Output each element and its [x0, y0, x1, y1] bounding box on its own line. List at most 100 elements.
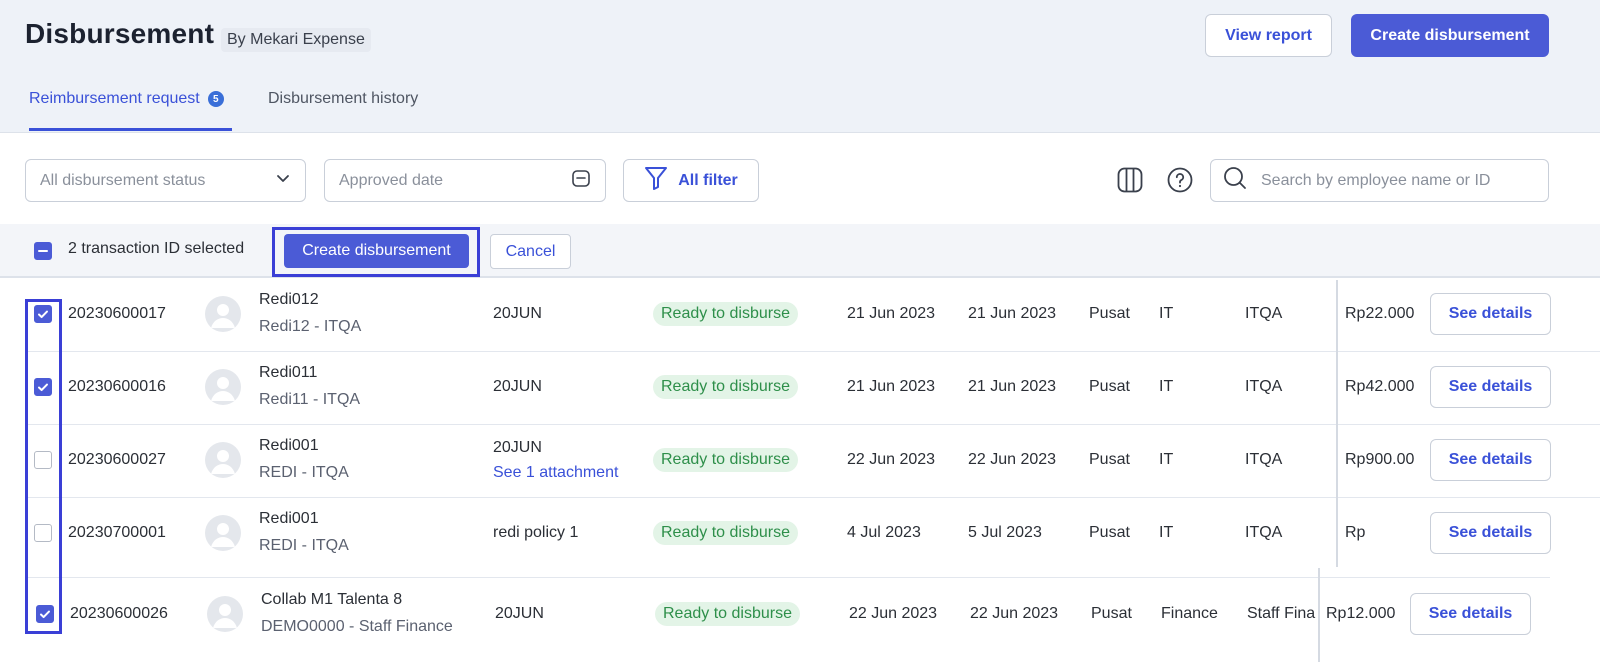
tab-disbursement-history[interactable]: Disbursement history: [268, 90, 418, 108]
employee-subname: REDI - ITQA: [259, 537, 349, 554]
see-details-button[interactable]: See details: [1430, 439, 1551, 481]
amount: Rp900.00: [1345, 451, 1415, 468]
approved-date: 22 Jun 2023: [968, 451, 1057, 468]
description: 20JUN: [493, 305, 542, 322]
tab-label: Disbursement history: [268, 90, 419, 107]
branch: Pusat: [1089, 524, 1130, 541]
transaction-id: 20230700001: [68, 524, 166, 541]
submitted-date: 21 Jun 2023: [847, 305, 936, 322]
table-row[interactable]: 20230600026 Collab M1 Talenta 8 DEMO0000 -…: [0, 578, 1600, 651]
status-badge: Ready to disburse: [655, 602, 800, 626]
all-filter-button[interactable]: All filter: [623, 159, 759, 202]
cancel-selection-button[interactable]: Cancel: [490, 234, 571, 269]
description: 20JUN: [493, 439, 542, 456]
tab-label: Reimbursement request: [29, 90, 200, 107]
search-icon: [1223, 166, 1247, 195]
description: redi policy 1: [493, 524, 579, 541]
approved-date: 5 Jul 2023: [968, 524, 1042, 541]
department: IT: [1159, 378, 1174, 395]
see-details-button[interactable]: See details: [1430, 366, 1551, 408]
employee-name: Redi001: [259, 510, 319, 527]
column-divider: [1318, 568, 1320, 662]
selection-count-text: 2 transaction ID selected: [68, 240, 245, 257]
help-icon[interactable]: [1165, 165, 1195, 195]
checkbox-column-highlight: [25, 299, 62, 634]
active-tab-indicator: [29, 128, 232, 131]
table-row[interactable]: 20230600016 Redi011 Redi11 - ITQA 20JUN Read…: [0, 351, 1600, 425]
employee-name: Collab M1 Talenta 8: [261, 591, 403, 608]
submitted-date: 22 Jun 2023: [849, 605, 938, 622]
description: 20JUN: [493, 378, 542, 395]
see-details-button[interactable]: See details: [1430, 512, 1551, 554]
attachment-link[interactable]: See 1 attachment: [493, 464, 618, 482]
team: ITQA: [1245, 524, 1283, 541]
status-filter-select[interactable]: All disbursement status: [25, 159, 306, 202]
avatar: [205, 515, 241, 551]
submitted-date: 22 Jun 2023: [847, 451, 936, 468]
amount: Rp42.000: [1345, 378, 1415, 395]
view-report-button[interactable]: View report: [1205, 14, 1332, 57]
transaction-id: 20230600026: [70, 605, 168, 622]
avatar: [205, 296, 241, 332]
tab-count-badge: 5: [207, 91, 224, 107]
approved-date-placeholder: Approved date: [339, 171, 444, 189]
page-subtitle: By Mekari Expense: [221, 28, 371, 52]
column-divider: [1336, 280, 1338, 567]
branch: Pusat: [1089, 305, 1130, 322]
select-all-checkbox[interactable]: [34, 242, 52, 260]
chevron-down-icon: [275, 170, 291, 191]
amount: Rp22.000: [1345, 305, 1415, 322]
status-badge: Ready to disburse: [653, 302, 798, 326]
page-title: Disbursement: [25, 18, 215, 49]
employee-subname: REDI - ITQA: [259, 464, 349, 481]
employee-search[interactable]: [1210, 159, 1549, 202]
team: ITQA: [1245, 451, 1283, 468]
team: ITQA: [1245, 378, 1283, 395]
status-badge: Ready to disburse: [653, 448, 798, 472]
see-details-button[interactable]: See details: [1410, 593, 1531, 635]
avatar: [205, 369, 241, 405]
table-row[interactable]: 20230700001 Redi001 REDI - ITQA redi policy…: [0, 497, 1600, 578]
see-details-button[interactable]: See details: [1430, 293, 1551, 335]
search-input[interactable]: [1261, 171, 1536, 190]
department: Finance: [1161, 605, 1218, 622]
employee-name: Redi012: [259, 291, 319, 308]
transaction-id: 20230600016: [68, 378, 166, 395]
department: IT: [1159, 305, 1174, 322]
employee-name: Redi011: [259, 364, 318, 381]
filter-icon: [644, 165, 668, 196]
branch: Pusat: [1091, 605, 1132, 622]
create-disbursement-header-button[interactable]: Create disbursement: [1351, 14, 1549, 57]
avatar: [207, 596, 243, 632]
avatar: [205, 442, 241, 478]
table-row[interactable]: 20230600027 Redi001 REDI - ITQA 20JUN See 1 …: [0, 424, 1600, 498]
branch: Pusat: [1089, 451, 1130, 468]
tab-reimbursement-request[interactable]: Reimbursement request 5: [29, 90, 224, 108]
branch: Pusat: [1089, 378, 1130, 395]
table-row[interactable]: 20230600017 Redi012 Redi12 - ITQA 20JUN Read…: [0, 278, 1600, 352]
department: IT: [1159, 524, 1174, 541]
status-badge: Ready to disburse: [653, 375, 798, 399]
approved-date: 21 Jun 2023: [968, 305, 1057, 322]
submitted-date: 21 Jun 2023: [847, 378, 936, 395]
employee-subname: Redi12 - ITQA: [259, 318, 362, 335]
approved-date: 21 Jun 2023: [968, 378, 1057, 395]
all-filter-label: All filter: [678, 171, 738, 189]
employee-name: Redi001: [259, 437, 319, 454]
status-badge: Ready to disburse: [653, 521, 798, 545]
status-filter-value: All disbursement status: [40, 171, 206, 189]
approved-date-input[interactable]: Approved date: [324, 159, 606, 202]
approved-date: 22 Jun 2023: [970, 605, 1059, 622]
team: ITQA: [1245, 305, 1283, 322]
department: IT: [1159, 451, 1174, 468]
create-disbursement-selection-button[interactable]: Create disbursement: [284, 234, 469, 268]
amount: Rp: [1345, 524, 1366, 541]
team: Staff Fina: [1247, 605, 1316, 622]
submitted-date: 4 Jul 2023: [847, 524, 921, 541]
employee-subname: DEMO0000 - Staff Finance: [261, 618, 453, 635]
amount: Rp12.000: [1326, 605, 1396, 622]
columns-icon[interactable]: [1115, 165, 1145, 195]
transaction-id: 20230600027: [68, 451, 166, 468]
calendar-icon: [571, 168, 591, 193]
page-header: Disbursement By Mekari Expense View repo…: [0, 0, 1600, 133]
